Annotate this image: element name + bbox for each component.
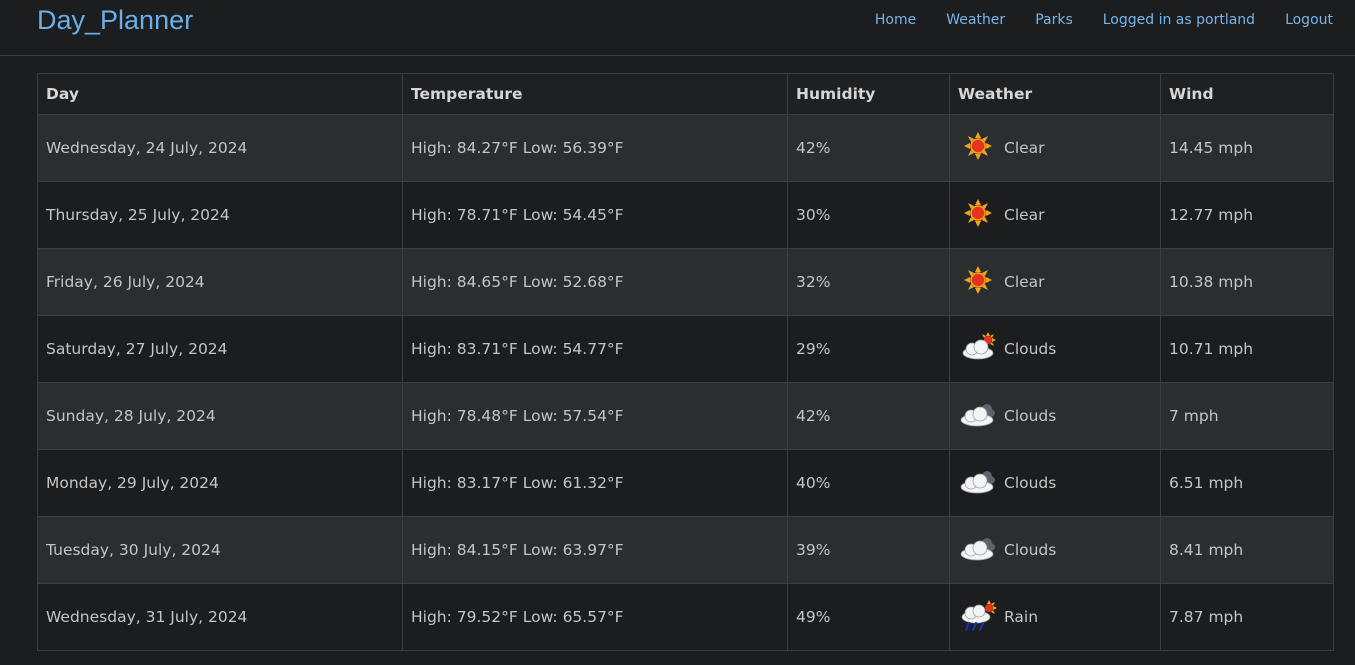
cell-day: Saturday, 27 July, 2024 — [37, 315, 403, 383]
weather-summary: Clear — [958, 128, 1152, 168]
weather-label: Clear — [1004, 206, 1045, 224]
brand-logo-link[interactable]: Day_Planner — [37, 5, 193, 36]
cell-day: Tuesday, 30 July, 2024 — [37, 516, 403, 584]
cloudy-icon — [958, 463, 998, 503]
cell-wind: 7.87 mph — [1160, 583, 1334, 651]
cell-temperature: High: 83.71°F Low: 54.77°F — [402, 315, 788, 383]
cell-day: Friday, 26 July, 2024 — [37, 248, 403, 316]
cell-wind: 10.71 mph — [1160, 315, 1334, 383]
table-header-row: Day Temperature Humidity Weather Wind — [37, 73, 1334, 115]
cell-wind: 12.77 mph — [1160, 181, 1334, 249]
table-row: Wednesday, 31 July, 2024 High: 79.52°F Lo… — [37, 583, 1334, 651]
table-row: Thursday, 25 July, 2024 High: 78.71°F Low… — [37, 181, 1334, 249]
cell-temperature: High: 84.27°F Low: 56.39°F — [402, 114, 788, 182]
nav-user[interactable]: Logged in as portland — [1103, 12, 1255, 28]
cell-day: Sunday, 28 July, 2024 — [37, 382, 403, 450]
cell-weather: Rain — [949, 583, 1161, 651]
header-weather: Weather — [949, 73, 1161, 115]
cell-humidity: 42% — [787, 114, 950, 182]
forecast-table: Day Temperature Humidity Weather Wind We… — [37, 73, 1334, 651]
weather-summary: Rain — [958, 597, 1152, 637]
cell-temperature: High: 84.65°F Low: 52.68°F — [402, 248, 788, 316]
cell-day: Wednesday, 31 July, 2024 — [37, 583, 403, 651]
cell-temperature: High: 84.15°F Low: 63.97°F — [402, 516, 788, 584]
sun-icon — [958, 262, 998, 302]
cell-weather: Clouds — [949, 315, 1161, 383]
header-day: Day — [37, 73, 403, 115]
table-row: Friday, 26 July, 2024 High: 84.65°F Low: … — [37, 248, 1334, 316]
nav-parks[interactable]: Parks — [1035, 12, 1073, 28]
weather-label: Clouds — [1004, 340, 1057, 358]
weather-label: Clouds — [1004, 541, 1057, 559]
nav-weather[interactable]: Weather — [946, 12, 1005, 28]
cell-weather: Clear — [949, 181, 1161, 249]
cell-weather: Clear — [949, 248, 1161, 316]
header-wind: Wind — [1160, 73, 1334, 115]
navbar: Day_Planner Home Weather Parks Logged in… — [0, 0, 1355, 56]
weather-summary: Clear — [958, 262, 1152, 302]
cell-temperature: High: 83.17°F Low: 61.32°F — [402, 449, 788, 517]
weather-summary: Clouds — [958, 329, 1152, 369]
cell-humidity: 42% — [787, 382, 950, 450]
weather-summary: Clouds — [958, 463, 1152, 503]
header-humidity: Humidity — [787, 73, 950, 115]
cell-day: Wednesday, 24 July, 2024 — [37, 114, 403, 182]
cell-day: Monday, 29 July, 2024 — [37, 449, 403, 517]
cell-wind: 8.41 mph — [1160, 516, 1334, 584]
weather-label: Clear — [1004, 139, 1045, 157]
weather-summary: Clear — [958, 195, 1152, 235]
cell-temperature: High: 78.48°F Low: 57.54°F — [402, 382, 788, 450]
cell-humidity: 30% — [787, 181, 950, 249]
weather-summary: Clouds — [958, 530, 1152, 570]
cell-humidity: 29% — [787, 315, 950, 383]
cell-wind: 10.38 mph — [1160, 248, 1334, 316]
forecast-rows: Wednesday, 24 July, 2024 High: 84.27°F Lo… — [37, 114, 1334, 651]
cell-humidity: 49% — [787, 583, 950, 651]
cell-weather: Clouds — [949, 449, 1161, 517]
nav-logout[interactable]: Logout — [1285, 12, 1333, 28]
table-row: Monday, 29 July, 2024 High: 83.17°F Low: … — [37, 449, 1334, 517]
weather-label: Clouds — [1004, 407, 1057, 425]
cell-weather: Clouds — [949, 382, 1161, 450]
forecast-container: Day Temperature Humidity Weather Wind We… — [37, 73, 1334, 651]
rain-icon — [958, 597, 998, 637]
table-row: Sunday, 28 July, 2024 High: 78.48°F Low: … — [37, 382, 1334, 450]
weather-label: Clear — [1004, 273, 1045, 291]
table-row: Wednesday, 24 July, 2024 High: 84.27°F Lo… — [37, 114, 1334, 182]
cell-wind: 6.51 mph — [1160, 449, 1334, 517]
weather-summary: Clouds — [958, 396, 1152, 436]
cloudy-icon — [958, 396, 998, 436]
cell-humidity: 40% — [787, 449, 950, 517]
sun-icon — [958, 195, 998, 235]
table-row: Tuesday, 30 July, 2024 High: 84.15°F Low:… — [37, 516, 1334, 584]
cell-weather: Clear — [949, 114, 1161, 182]
header-temperature: Temperature — [402, 73, 788, 115]
cloudy-icon — [958, 530, 998, 570]
weather-label: Rain — [1004, 608, 1039, 626]
cell-day: Thursday, 25 July, 2024 — [37, 181, 403, 249]
cell-temperature: High: 78.71°F Low: 54.45°F — [402, 181, 788, 249]
cell-humidity: 32% — [787, 248, 950, 316]
nav-home[interactable]: Home — [875, 12, 916, 28]
cell-weather: Clouds — [949, 516, 1161, 584]
cell-wind: 14.45 mph — [1160, 114, 1334, 182]
sun-icon — [958, 128, 998, 168]
table-row: Saturday, 27 July, 2024 High: 83.71°F Low… — [37, 315, 1334, 383]
nav-links: Home Weather Parks Logged in as portland… — [875, 12, 1333, 28]
cell-wind: 7 mph — [1160, 382, 1334, 450]
cell-humidity: 39% — [787, 516, 950, 584]
cell-temperature: High: 79.52°F Low: 65.57°F — [402, 583, 788, 651]
partly-cloudy-icon — [958, 329, 998, 369]
weather-label: Clouds — [1004, 474, 1057, 492]
